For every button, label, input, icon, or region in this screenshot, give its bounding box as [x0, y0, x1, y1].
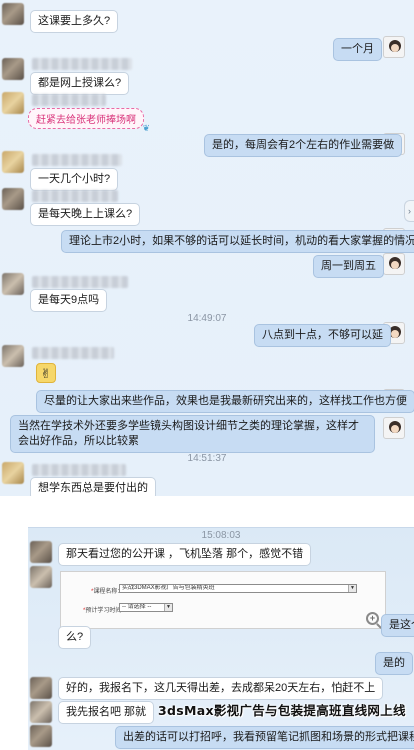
message-bubble-left: 么?	[58, 626, 92, 649]
message-bubble-right: 八点到十点，不够可以延	[254, 324, 391, 347]
watermark-text: 3dsMax影视广告与包装提高班直线网上线	[158, 703, 406, 718]
timestamp: 14:51:37	[187, 453, 227, 464]
message-bubble-right: 是的	[375, 652, 413, 675]
avatar[interactable]	[30, 566, 52, 588]
ribbon-icon: ❦	[142, 123, 150, 133]
avatar[interactable]	[2, 462, 24, 484]
avatar[interactable]	[2, 151, 24, 173]
avatar[interactable]	[30, 677, 52, 699]
message-bubble-right: 出差的话可以打招呼，我看预留笔记抓图和场景的形式把课程补上	[115, 726, 414, 749]
sender-nickname	[32, 58, 132, 70]
time-select-value: -- 请选择 --	[122, 604, 152, 610]
message-bubble-right: 是这个	[381, 614, 414, 637]
timestamp: 14:49:07	[187, 313, 227, 324]
message-bubble-right: 当然在学技术外还要多学些镜头构图设计细节之类的理论掌握，这样才会出好作品，所以比…	[10, 415, 375, 453]
timestamp: 15:08:03	[201, 530, 241, 541]
dropdown-arrow-icon: ▼	[348, 585, 356, 592]
zoom-in-icon[interactable]: +	[366, 612, 379, 625]
message-bubble-left: 想学东西总是要付出的	[30, 477, 156, 496]
message-bubble-right: 理论上市2小时，如果不够的话可以延长时间，机动的看大家掌握的情况	[61, 230, 414, 253]
avatar[interactable]	[2, 188, 24, 210]
message-bubble-left: 都是网上授课么?	[30, 72, 130, 95]
message-bubble-right: 周一到周五	[313, 255, 384, 278]
course-select: 实战3DMAX影视广告与包装精英班 ▼	[119, 584, 357, 593]
message-bubble-right: 尽量的让大家出来些作品，效果也是我最新研究出来的，这样找工作也方便	[36, 390, 414, 413]
sender-nickname	[32, 347, 114, 359]
avatar[interactable]	[383, 253, 405, 275]
message-bubble-right: 一个月	[333, 38, 382, 61]
chat-history-panel-1[interactable]: 这课要上多久? 一个月 都是网上授课么? 赶紧去给张老师捧场啊 ❦ 是的，每周会…	[0, 0, 414, 496]
sticker-text: 赶紧去给张老师捧场啊	[36, 115, 136, 126]
sender-nickname	[32, 94, 106, 106]
sticker-message: 赶紧去给张老师捧场啊 ❦	[28, 108, 150, 133]
dropdown-arrow-icon: ▼	[164, 604, 172, 611]
message-bubble-right: 是的，每周会有2个左右的作业需要做	[204, 134, 403, 157]
message-bubble-left: 好的，我报名下，这几天得出差，去成都呆20天左右，怕赶不上	[58, 677, 384, 700]
avatar[interactable]	[383, 417, 405, 439]
chevron-right-icon[interactable]: ›	[404, 200, 414, 222]
message-bubble-left: 是每天晚上上课么?	[30, 203, 141, 226]
avatar[interactable]	[2, 3, 24, 25]
avatar[interactable]	[30, 541, 52, 563]
message-bubble-left: 是每天9点吗	[30, 289, 108, 312]
screenshot-image[interactable]: *课程名称： 实战3DMAX影视广告与包装精英班 ▼ *预计学习时间： -- 请…	[60, 571, 386, 629]
victory-hand-icon: ✌	[36, 363, 56, 383]
message-bubble-left: 一天几个小时?	[30, 168, 119, 191]
avatar[interactable]	[2, 92, 24, 114]
sender-nickname	[32, 154, 122, 166]
sender-nickname	[32, 464, 126, 476]
time-select: -- 请选择 -- ▼	[119, 603, 173, 612]
avatar[interactable]	[2, 273, 24, 295]
avatar[interactable]	[30, 701, 52, 723]
avatar[interactable]	[30, 725, 52, 747]
avatar[interactable]	[2, 58, 24, 80]
message-bubble-left: 这课要上多久?	[30, 10, 119, 33]
sender-nickname	[32, 276, 128, 288]
course-select-value: 实战3DMAX影视广告与包装精英班	[122, 585, 215, 591]
avatar[interactable]	[2, 345, 24, 367]
sender-nickname	[32, 190, 118, 202]
avatar[interactable]	[383, 36, 405, 58]
chat-history-panel-2[interactable]: 15:08:03 那天看过您的公开课 ，飞机坠落 那个，感觉不错 *课程名称： …	[28, 527, 414, 750]
message-bubble-left: 我先报名吧 那就	[58, 701, 155, 724]
message-bubble-left: 那天看过您的公开课 ，飞机坠落 那个，感觉不错	[58, 543, 312, 566]
